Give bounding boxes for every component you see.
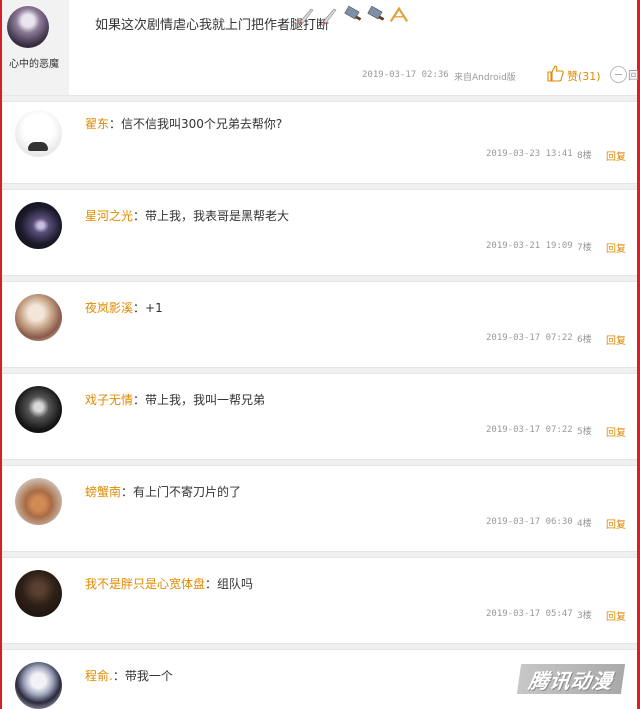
main-comment-user-column: 心中的恶魔 xyxy=(2,0,69,95)
divider xyxy=(2,367,637,374)
knife-emoji-icon xyxy=(320,5,340,25)
like-button[interactable]: 赞(31) xyxy=(567,68,601,84)
avatar[interactable] xyxy=(15,294,62,341)
avatar[interactable] xyxy=(15,386,62,433)
watermark-logo: 腾讯动漫 xyxy=(516,664,626,694)
reply-floor: 4楼 xyxy=(577,519,592,529)
reply-username[interactable]: 戏子无情 xyxy=(85,393,133,407)
divider xyxy=(2,183,637,190)
reply-line: 戏子无情：带上我，我叫一帮兄弟 xyxy=(85,391,265,408)
main-comment-reply-button[interactable]: 回 xyxy=(628,67,639,83)
main-comment-username[interactable]: 心中的恶魔 xyxy=(4,55,64,70)
reply-text: ：+1 xyxy=(133,301,163,315)
knife-emoji-icon xyxy=(297,5,317,25)
avatar[interactable] xyxy=(15,110,62,157)
reply-item: 螃蟹南：有上门不寄刀片的了 2019-03-17 06:30 4楼 回复 xyxy=(2,470,637,553)
reply-username[interactable]: 星河之光 xyxy=(85,209,133,223)
reply-username[interactable]: 我不是胖只是心宽体盘 xyxy=(85,577,205,591)
reply-button[interactable]: 回复 xyxy=(606,332,626,347)
reply-button[interactable]: 回复 xyxy=(606,424,626,439)
reply-text: ：带我一个 xyxy=(112,669,173,683)
main-comment-time: 2019-03-17 02:36 xyxy=(362,70,449,80)
main-comment: 心中的恶魔 如果这次剧情虐心我就上门把作者腿打断 2019-03-17 02:3… xyxy=(0,0,640,95)
avatar[interactable] xyxy=(15,662,62,709)
cleaver-emoji-icon xyxy=(366,5,386,25)
reply-item: 夜岚影溪：+1 2019-03-17 07:22 6楼 回复 xyxy=(2,286,637,369)
reply-item: 翟东：信不信我叫300个兄弟去帮你? 2019-03-23 13:41 8楼 回… xyxy=(2,102,637,185)
cleaver-emoji-icon xyxy=(343,5,363,25)
reply-item: 戏子无情：带上我，我叫一帮兄弟 2019-03-17 07:22 5楼 回复 xyxy=(2,378,637,461)
reply-line: 翟东：信不信我叫300个兄弟去帮你? xyxy=(85,115,282,132)
reply-time: 2019-03-17 07:22 xyxy=(486,333,573,343)
avatar[interactable] xyxy=(15,202,62,249)
avatar[interactable] xyxy=(15,570,62,617)
reply-button[interactable]: 回复 xyxy=(606,148,626,163)
reply-username[interactable]: 翟东 xyxy=(85,117,109,131)
main-comment-source: 来自Android版 xyxy=(454,73,516,83)
reply-username[interactable]: 程俞. xyxy=(85,669,113,683)
reply-floor: 3楼 xyxy=(577,611,592,621)
reply-text: ：有上门不寄刀片的了 xyxy=(121,485,242,499)
reply-time: 2019-03-17 06:30 xyxy=(486,517,573,527)
avatar[interactable] xyxy=(15,478,62,525)
pincer-emoji-icon xyxy=(389,5,409,25)
reply-button[interactable]: 回复 xyxy=(606,240,626,255)
avatar[interactable] xyxy=(7,6,49,48)
main-comment-text: 如果这次剧情虐心我就上门把作者腿打断 xyxy=(95,18,330,33)
reply-time: 2019-03-21 19:09 xyxy=(486,241,573,251)
reply-username[interactable]: 螃蟹南 xyxy=(85,485,121,499)
divider xyxy=(2,551,637,558)
reply-item: 星河之光：带上我，我表哥是黑帮老大 2019-03-21 19:09 7楼 回复 xyxy=(2,194,637,277)
divider xyxy=(2,95,637,102)
reply-line: 夜岚影溪：+1 xyxy=(85,299,163,316)
reply-icon[interactable] xyxy=(610,66,627,83)
reply-item: 我不是胖只是心宽体盘：组队吗 2019-03-17 05:47 3楼 回复 xyxy=(2,562,637,645)
reply-line: 我不是胖只是心宽体盘：组队吗 xyxy=(85,575,253,592)
emoji-row xyxy=(297,5,409,27)
reply-line: 星河之光：带上我，我表哥是黑帮老大 xyxy=(85,207,289,224)
reply-floor: 8楼 xyxy=(577,151,592,161)
reply-time: 2019-03-23 13:41 xyxy=(486,149,573,159)
reply-button[interactable]: 回复 xyxy=(606,516,626,531)
reply-text: ：组队吗 xyxy=(205,577,254,591)
divider xyxy=(2,275,637,282)
reply-text: ：信不信我叫300个兄弟去帮你? xyxy=(109,117,283,131)
reply-time: 2019-03-17 07:22 xyxy=(486,425,573,435)
divider xyxy=(2,643,637,650)
divider xyxy=(2,459,637,466)
reply-text: ：带上我，我表哥是黑帮老大 xyxy=(133,209,290,223)
reply-line: 螃蟹南：有上门不寄刀片的了 xyxy=(85,483,241,500)
reply-line: 程俞.：带我一个 xyxy=(85,667,173,684)
reply-button[interactable]: 回复 xyxy=(606,608,626,623)
reply-floor: 5楼 xyxy=(577,427,592,437)
thumbs-up-icon[interactable] xyxy=(547,65,564,82)
reply-username[interactable]: 夜岚影溪 xyxy=(85,301,133,315)
reply-floor: 6楼 xyxy=(577,335,592,345)
reply-floor: 7楼 xyxy=(577,243,592,253)
reply-text: ：带上我，我叫一帮兄弟 xyxy=(133,393,266,407)
reply-time: 2019-03-17 05:47 xyxy=(486,609,573,619)
